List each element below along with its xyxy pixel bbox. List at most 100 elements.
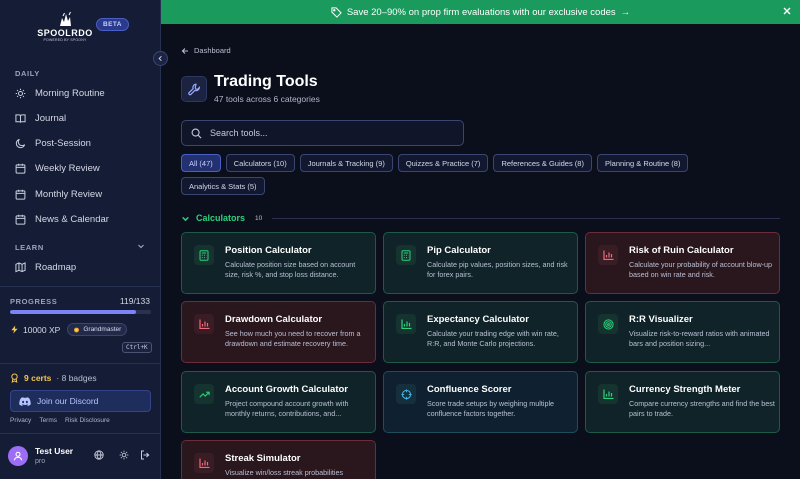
chevron-left-icon (158, 55, 162, 62)
trending-up-icon (194, 384, 214, 404)
breadcrumb-dashboard: Dashboard (194, 46, 231, 55)
sidebar-item-label: Morning Routine (35, 87, 105, 99)
bar-chart-icon (194, 314, 214, 334)
banner-text: Save 20–90% on prop firm evaluations wit… (346, 6, 616, 18)
tool-card-position-calculator[interactable]: Position Calculator Calculate position s… (181, 232, 376, 294)
book-icon (15, 113, 26, 123)
sidebar-item-post-session[interactable]: Post-Session (15, 134, 151, 152)
page-subtitle: 47 tools across 6 categories (214, 94, 320, 104)
progress-bar (10, 310, 151, 314)
sidebar-item-journal[interactable]: Journal (15, 109, 151, 127)
discord-button[interactable]: Join our Discord (10, 390, 151, 412)
logout-icon[interactable] (140, 450, 150, 460)
tool-card-rr-visualizer[interactable]: R:R Visualizer Visualize risk-to-reward … (585, 301, 780, 363)
user-name: Test User (35, 446, 74, 456)
card-title: R:R Visualizer (629, 314, 693, 325)
sidebar-item-label: News & Calendar (35, 213, 109, 225)
page-title: Trading Tools (214, 73, 318, 90)
medal-icon (74, 327, 80, 333)
xp-value: 10000 XP (23, 324, 61, 335)
sidebar-item-weekly-review[interactable]: Weekly Review (15, 159, 151, 177)
filter-all[interactable]: All (47) (181, 154, 221, 172)
section-label-daily: DAILY (15, 69, 40, 78)
map-icon (15, 261, 26, 272)
card-description: Visualize win/loss streak probabilities (225, 468, 344, 477)
card-description: Calculate pip values, position sizes, an… (427, 260, 568, 279)
bull-logo-icon (60, 11, 71, 26)
tag-icon (331, 6, 342, 18)
category-header[interactable]: Calculators 10 (181, 212, 780, 224)
category-count: 10 (255, 214, 263, 222)
card-description: Project compound account growth with mon… (225, 399, 349, 418)
divider (0, 286, 161, 287)
tool-card-drawdown-calculator[interactable]: Drawdown Calculator See how much you nee… (181, 301, 376, 363)
close-icon[interactable] (782, 6, 792, 16)
sidebar-item-label: Post-Session (35, 137, 91, 149)
target-icon (598, 314, 618, 334)
sidebar-item-monthly-review[interactable]: Monthly Review (15, 185, 151, 203)
sidebar-item-label: Weekly Review (35, 162, 100, 174)
tool-card-risk-of-ruin-calculator[interactable]: Risk of Ruin Calculator Calculate your p… (585, 232, 780, 294)
calendar-icon (15, 189, 26, 200)
tool-card-account-growth-calculator[interactable]: Account Growth Calculator Project compou… (181, 371, 376, 433)
sidebar-item-roadmap[interactable]: Roadmap (15, 258, 151, 276)
card-title: Position Calculator (225, 245, 312, 256)
filter-planning-routine[interactable]: Planning & Routine (8) (596, 154, 689, 172)
crosshair-icon (396, 384, 416, 404)
search-box[interactable] (181, 120, 464, 146)
lightning-icon (11, 325, 18, 334)
command-shortcut[interactable]: Ctrl+K (122, 342, 152, 353)
tool-card-currency-strength-meter[interactable]: Currency Strength Meter Compare currency… (585, 371, 780, 433)
tool-card-streak-simulator[interactable]: Streak Simulator Visualize win/loss stre… (181, 440, 376, 479)
card-title: Streak Simulator (225, 453, 301, 464)
certs-row[interactable]: 9 certs · 8 badges (10, 373, 97, 383)
filter-calculators[interactable]: Calculators (10) (225, 154, 295, 172)
logo[interactable]: SPOOLRDO POWERED BY SPOONY (36, 10, 94, 44)
filter-analytics-stats[interactable]: Analytics & Stats (5) (181, 177, 265, 195)
link-risk-disclosure[interactable]: Risk Disclosure (65, 417, 110, 424)
arrow-left-icon (181, 47, 188, 54)
sidebar-item-label: Roadmap (35, 261, 77, 273)
tool-card-expectancy-calculator[interactable]: Expectancy Calculator Calculate your tra… (383, 301, 578, 363)
sidebar-item-morning-routine[interactable]: Morning Routine (15, 84, 151, 102)
beta-badge: BETA (96, 18, 129, 31)
sidebar-item-label: Monthly Review (35, 188, 103, 200)
link-terms[interactable]: Terms (39, 417, 57, 424)
card-description: Calculate your probability of account bl… (629, 260, 773, 279)
user-icon (13, 451, 23, 461)
section-label-learn: LEARN (15, 243, 44, 252)
card-title: Risk of Ruin Calculator (629, 245, 734, 256)
breadcrumb[interactable]: Dashboard (181, 46, 231, 55)
calendar-icon (15, 163, 26, 174)
card-description: Calculate position size based on account… (225, 260, 356, 279)
sidebar-item-news-calendar[interactable]: News & Calendar (15, 210, 151, 228)
card-title: Account Growth Calculator (225, 384, 348, 395)
collapse-sidebar-button[interactable] (153, 51, 168, 66)
wrench-icon (181, 76, 207, 102)
promo-banner[interactable]: Save 20–90% on prop firm evaluations wit… (161, 0, 800, 24)
sidebar-item-label: Journal (35, 112, 67, 124)
tool-card-pip-calculator[interactable]: Pip Calculator Calculate pip values, pos… (383, 232, 578, 294)
rank-label: Grandmaster (83, 326, 122, 333)
link-privacy[interactable]: Privacy (10, 417, 31, 424)
sidebar: SPOOLRDO POWERED BY SPOONY BETA DAILY Mo… (0, 0, 161, 479)
bar-chart-icon (598, 384, 618, 404)
discord-icon (19, 396, 31, 406)
card-description: Visualize risk-to-reward ratios with ani… (629, 329, 770, 348)
search-input[interactable] (210, 128, 450, 138)
globe-icon[interactable] (94, 450, 104, 460)
sun-icon[interactable] (119, 450, 129, 460)
search-icon (191, 128, 202, 138)
filter-quizzes-practice[interactable]: Quizzes & Practice (7) (397, 154, 489, 172)
divider (0, 433, 161, 434)
filter-chips: All (47) Calculators (10) Journals & Tra… (181, 154, 741, 195)
tool-card-confluence-scorer[interactable]: Confluence Scorer Score trade setups by … (383, 371, 578, 433)
footer-links: Privacy Terms Risk Disclosure (10, 417, 110, 424)
certs-count: 9 certs (24, 373, 52, 383)
filter-references-guides[interactable]: References & Guides (8) (493, 154, 592, 172)
card-description: Compare currency strengths and find the … (629, 399, 775, 418)
avatar[interactable] (8, 446, 28, 466)
filter-journals-tracking[interactable]: Journals & Tracking (9) (299, 154, 393, 172)
logo-text: SPOOLRDO (37, 28, 93, 38)
chevron-down-icon[interactable] (137, 242, 145, 250)
